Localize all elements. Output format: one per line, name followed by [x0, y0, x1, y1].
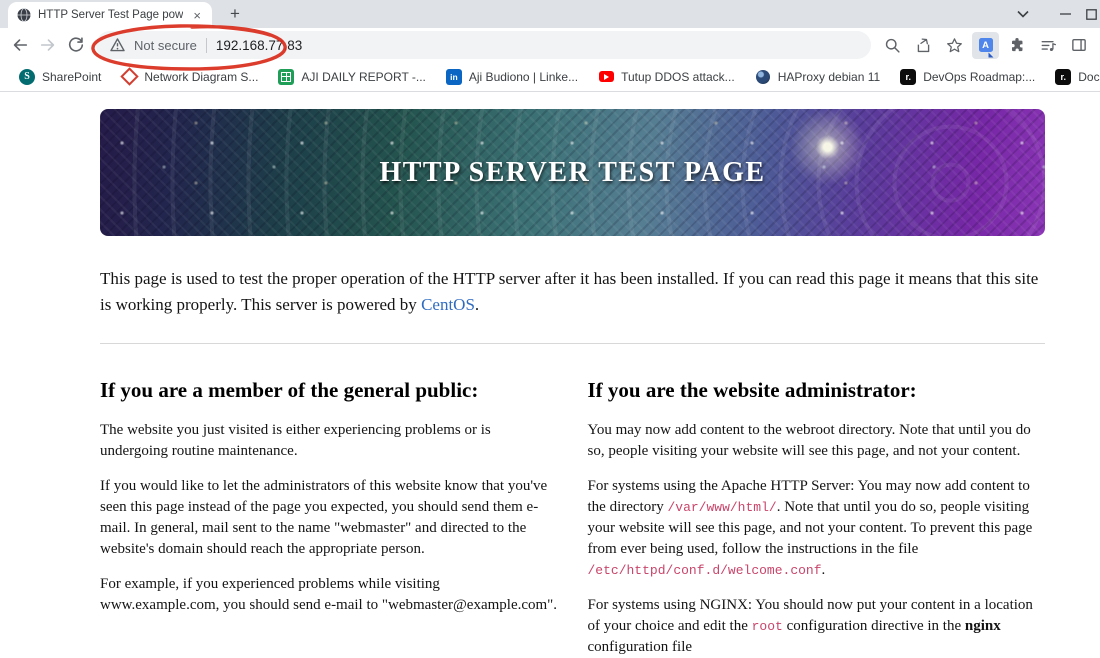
omnibox-divider [205, 37, 207, 53]
url-text[interactable]: 192.168.77.83 [216, 38, 302, 53]
roadmap-icon [1055, 68, 1072, 85]
bookmark-label: AJI DAILY REPORT -... [301, 69, 426, 84]
tab-close-icon[interactable]: × [190, 8, 204, 23]
centos-link[interactable]: CentOS [421, 295, 475, 314]
two-column-section: If you are a member of the general publi… [100, 344, 1045, 658]
paragraph: If you would like to let the administrat… [100, 478, 548, 557]
bookmark-item[interactable]: AJI DAILY REPORT -... [269, 66, 434, 88]
not-secure-warning-icon[interactable] [110, 38, 125, 52]
tab-strip: HTTP Server Test Page powered × + [0, 0, 1100, 28]
bookmark-star-icon[interactable] [941, 32, 968, 59]
bookmark-label: Network Diagram S... [144, 69, 259, 84]
translate-icon[interactable]: A [972, 31, 999, 59]
back-icon[interactable] [6, 31, 34, 59]
sheets-icon [278, 68, 295, 85]
roadmap-icon [900, 68, 917, 85]
bookmark-label: DevOps Roadmap:... [923, 69, 1036, 84]
bookmark-label: Aji Budiono | Linke... [468, 69, 579, 84]
forward-icon[interactable] [34, 31, 62, 59]
bookmark-item[interactable]: HAProxy debian 11 [746, 66, 890, 88]
haproxy-icon [755, 69, 771, 85]
bookmark-item[interactable]: DevOps Roadmap:... [891, 66, 1044, 88]
minimize-button-icon[interactable] [1044, 0, 1086, 28]
bookmark-label: Tutup DDOS attack... [621, 69, 735, 84]
tab-title: HTTP Server Test Page powered [38, 9, 184, 21]
reload-icon[interactable] [62, 31, 90, 59]
share-icon[interactable] [910, 32, 937, 59]
bookmark-item[interactable]: SharePoint [10, 66, 110, 88]
bookmark-label: Docker Roadmap -... [1078, 69, 1100, 84]
paragraph: For systems using NGINX: You should now … [587, 597, 1033, 655]
extensions-puzzle-icon[interactable] [1003, 32, 1030, 59]
bookmark-item[interactable]: Tutup DDOS attack... [589, 66, 744, 88]
diagram-icon [121, 69, 137, 85]
sharepoint-icon [19, 68, 35, 85]
administrator-column: If you are the website administrator: Yo… [588, 344, 1046, 658]
bookmark-item[interactable]: Network Diagram S... [112, 66, 267, 88]
test-page-banner: HTTP SERVER TEST PAGE [100, 109, 1045, 236]
search-icon[interactable] [879, 32, 906, 59]
general-public-heading: If you are a member of the general publi… [100, 378, 479, 402]
browser-toolbar: Not secure 192.168.77.83 A [0, 28, 1100, 62]
browser-tab[interactable]: HTTP Server Test Page powered × [8, 2, 212, 28]
tab-search-chevron-icon[interactable] [1002, 0, 1044, 28]
bookmark-label: HAProxy debian 11 [777, 69, 881, 84]
general-public-column: If you are a member of the general publi… [100, 344, 558, 658]
linkedin-icon [445, 68, 462, 85]
new-tab-button[interactable]: + [224, 3, 246, 25]
banner-title: HTTP SERVER TEST PAGE [379, 156, 766, 188]
toolbar-actions: A [879, 31, 1092, 59]
bookmark-label: SharePoint [42, 69, 102, 84]
window-controls [1002, 0, 1100, 28]
administrator-heading: If you are the website administrator: [587, 378, 917, 402]
paragraph: For example, if you experienced problems… [100, 576, 558, 613]
address-bar[interactable]: Not secure 192.168.77.83 [96, 31, 871, 59]
paragraph: For systems using the Apache HTTP Server… [587, 478, 1033, 578]
page-viewport: HTTP SERVER TEST PAGE This page is used … [0, 109, 1100, 658]
globe-favicon-icon [17, 8, 31, 22]
side-panel-icon[interactable] [1065, 32, 1092, 59]
media-controls-icon[interactable] [1034, 32, 1061, 59]
intro-paragraph: This page is used to test the proper ope… [100, 269, 1039, 314]
maximize-button-icon[interactable] [1086, 0, 1100, 28]
security-label[interactable]: Not secure [134, 38, 197, 53]
paragraph: The website you just visited is either e… [100, 422, 491, 459]
youtube-icon [598, 69, 614, 85]
bookmark-item[interactable]: Docker Roadmap -... [1046, 66, 1100, 88]
bookmarks-bar: SharePoint Network Diagram S... AJI DAIL… [0, 62, 1100, 92]
bookmark-item[interactable]: Aji Budiono | Linke... [437, 66, 587, 88]
paragraph: You may now add content to the webroot d… [587, 422, 1031, 459]
